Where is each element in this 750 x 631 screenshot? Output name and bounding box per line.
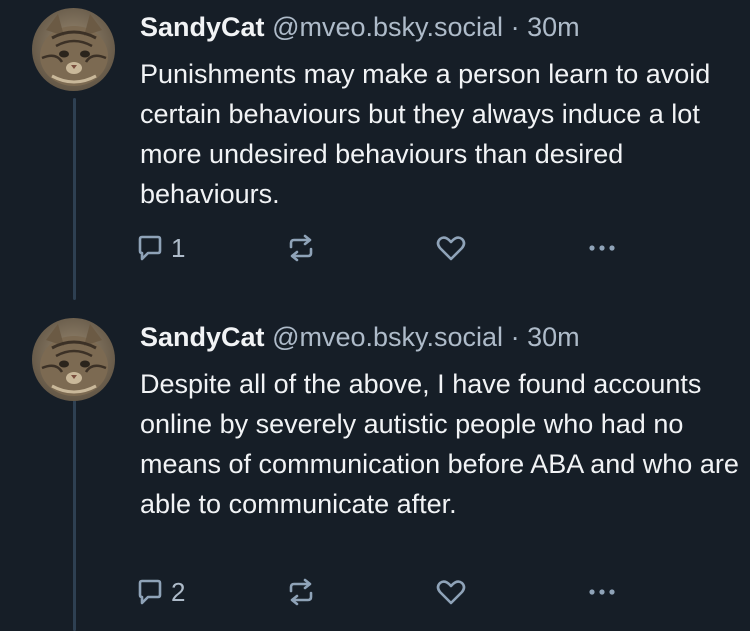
reply-count: 1 xyxy=(171,232,186,263)
post[interactable]: SandyCat @mveo.bsky.social · 30m Punishm… xyxy=(0,0,750,310)
post-text: Punishments may make a person learn to a… xyxy=(140,59,711,209)
reply-icon xyxy=(138,235,162,261)
like-button[interactable] xyxy=(435,572,467,612)
tabby-cat-avatar-icon xyxy=(32,318,115,401)
reply-count: 2 xyxy=(171,576,186,607)
post-timestamp[interactable]: 30m xyxy=(527,12,580,42)
post-header: SandyCat @mveo.bsky.social · 30m xyxy=(140,320,580,354)
more-icon xyxy=(589,245,615,251)
author-handle[interactable]: @mveo.bsky.social xyxy=(272,12,503,42)
reply-button[interactable]: 1 xyxy=(135,228,185,268)
like-button[interactable] xyxy=(435,228,467,268)
like-icon xyxy=(436,580,466,605)
post-timestamp[interactable]: 30m xyxy=(527,322,580,352)
reply-icon xyxy=(138,579,162,605)
more-options-button[interactable] xyxy=(585,572,619,612)
post-text: Despite all of the above, I have found a… xyxy=(140,369,739,519)
repost-icon xyxy=(289,234,313,262)
header-separator: · xyxy=(510,322,520,352)
more-icon xyxy=(589,589,615,595)
more-options-button[interactable] xyxy=(585,228,619,268)
like-icon xyxy=(436,236,466,261)
repost-icon xyxy=(289,578,313,606)
post[interactable]: SandyCat @mveo.bsky.social · 30m Despite… xyxy=(0,310,750,631)
repost-button[interactable] xyxy=(285,228,317,268)
author-display-name[interactable]: SandyCat xyxy=(140,12,265,42)
header-separator: · xyxy=(510,12,520,42)
author-avatar[interactable] xyxy=(32,8,115,91)
tabby-cat-avatar-icon xyxy=(32,8,115,91)
repost-button[interactable] xyxy=(285,572,317,612)
post-header: SandyCat @mveo.bsky.social · 30m xyxy=(140,10,580,44)
post-actions: 2 xyxy=(135,572,635,612)
post-actions: 1 xyxy=(135,228,635,268)
author-avatar[interactable] xyxy=(32,318,115,401)
author-display-name[interactable]: SandyCat xyxy=(140,322,265,352)
author-handle[interactable]: @mveo.bsky.social xyxy=(272,322,503,352)
post-thread: SandyCat @mveo.bsky.social · 30m Punishm… xyxy=(0,0,750,631)
reply-button[interactable]: 2 xyxy=(135,572,185,612)
